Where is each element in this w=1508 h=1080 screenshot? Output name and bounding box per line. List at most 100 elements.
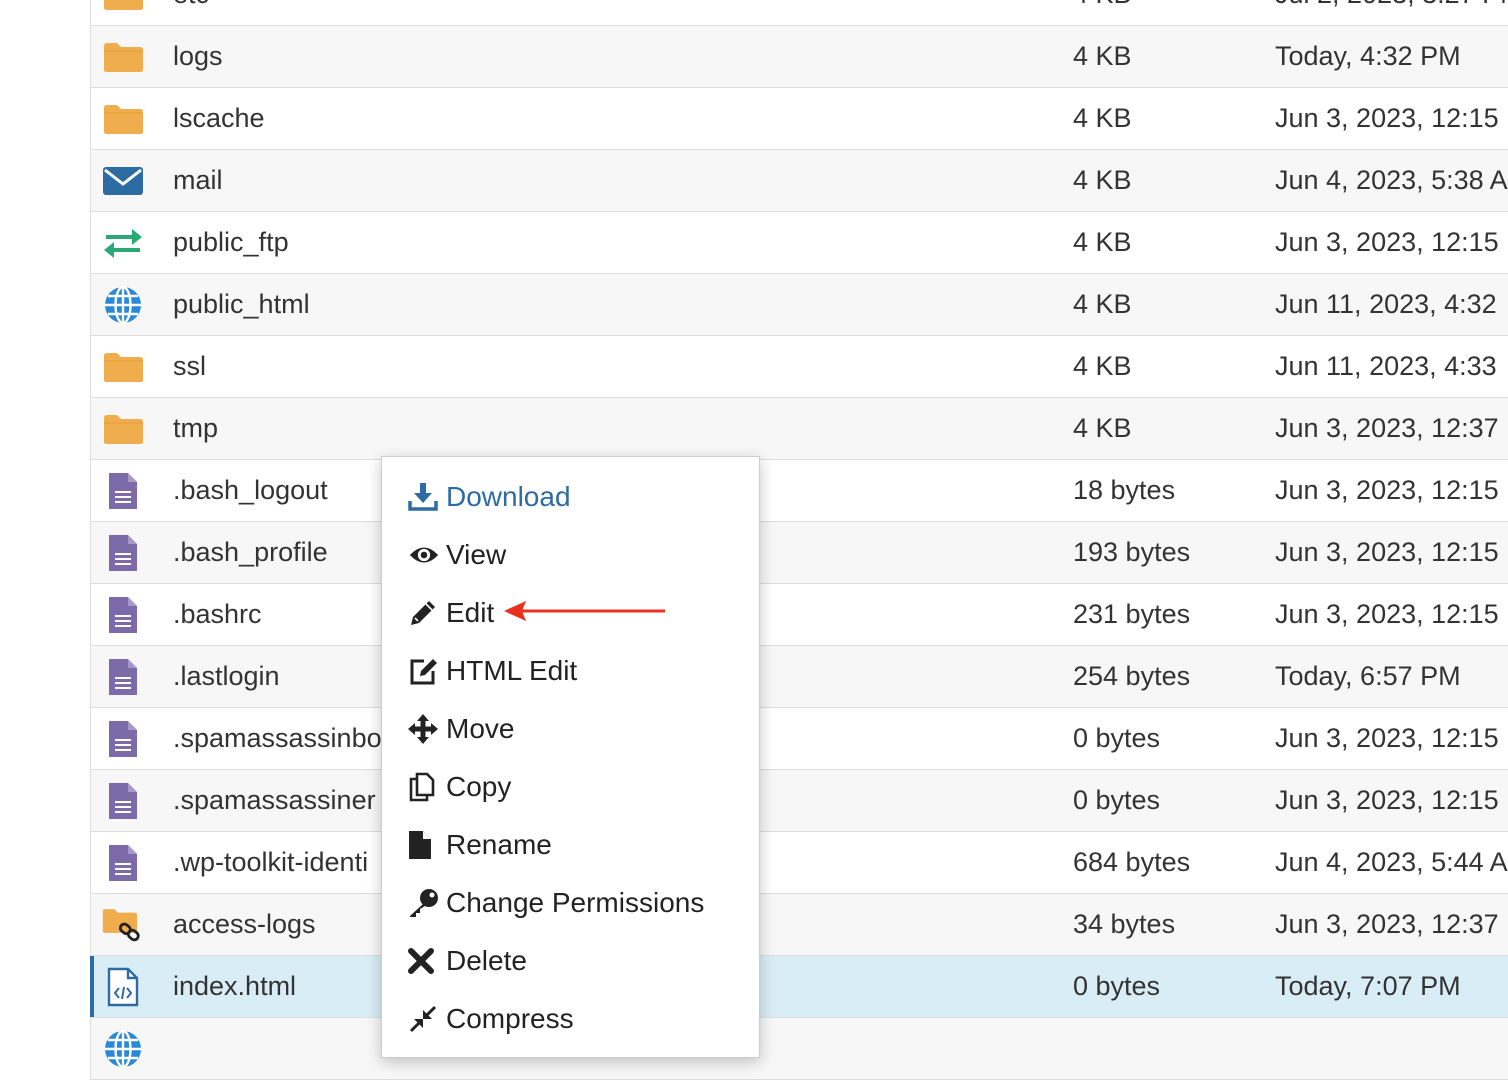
file-name[interactable]: tmp bbox=[173, 398, 473, 459]
text-file-icon bbox=[101, 597, 145, 633]
menu-item-move[interactable]: Move bbox=[408, 709, 514, 749]
file-last-modified: Jun 3, 2023, 12:15 bbox=[1275, 785, 1499, 815]
menu-item-view[interactable]: View bbox=[408, 535, 506, 575]
file-size: 4 KB bbox=[1073, 103, 1132, 133]
file-size: 4 KB bbox=[1073, 413, 1132, 443]
file-last-modified: Jun 3, 2023, 12:15 bbox=[1275, 103, 1499, 133]
text-file-icon bbox=[101, 845, 145, 881]
file-size: 4 KB bbox=[1073, 165, 1132, 195]
file-name[interactable]: lscache bbox=[173, 88, 473, 149]
menu-item-rename[interactable]: Rename bbox=[408, 825, 552, 865]
menu-item-label: Copy bbox=[446, 771, 512, 802]
file-last-modified: Jun 11, 2023, 4:33 bbox=[1275, 351, 1497, 381]
file-size: 0 bytes bbox=[1073, 723, 1161, 753]
file-row[interactable]: .spamassassiner 0 bytes Jun 3, 2023, 12:15 bbox=[91, 770, 1508, 832]
file-name[interactable]: public_html bbox=[173, 274, 473, 335]
text-file-icon bbox=[101, 659, 145, 695]
move-arrows-icon bbox=[408, 714, 440, 744]
file-row[interactable]: .lastlogin 254 bytes Today, 6:57 PM bbox=[91, 646, 1508, 708]
menu-item-compress[interactable]: Compress bbox=[408, 999, 574, 1039]
file-name[interactable]: ssl bbox=[173, 336, 473, 397]
file-name[interactable]: public_ftp bbox=[173, 212, 473, 273]
file-size: 0 bytes bbox=[1073, 785, 1161, 815]
file-last-modified: Jun 4, 2023, 5:44 A bbox=[1275, 847, 1508, 877]
menu-item-copy[interactable]: Copy bbox=[408, 767, 511, 807]
x-icon bbox=[408, 948, 440, 974]
download-icon bbox=[408, 482, 440, 512]
text-file-icon bbox=[101, 721, 145, 757]
context-menu: Download View Edit HTML Edit Move Copy Rename C… bbox=[381, 456, 760, 1058]
file-list: etc 4 KB Jul 2, 2023, 3:27 PM logs 4 KB Today… bbox=[90, 0, 1508, 1080]
menu-item-label: Change Permissions bbox=[446, 887, 705, 918]
file-size: 4 KB bbox=[1073, 41, 1132, 71]
file-row[interactable]: .bash_profile 193 bytes Jun 3, 2023, 12:15 bbox=[91, 522, 1508, 584]
text-file-icon bbox=[101, 473, 145, 509]
menu-item-edit[interactable]: Edit bbox=[408, 593, 494, 633]
file-last-modified: Today, 4:32 PM bbox=[1275, 41, 1461, 71]
file-row[interactable]: mail 4 KB Jun 4, 2023, 5:38 A bbox=[91, 150, 1508, 212]
folder-link-icon bbox=[101, 907, 145, 943]
file-row[interactable]: logs 4 KB Today, 4:32 PM bbox=[91, 26, 1508, 88]
file-row[interactable]: .wp-toolkit-identi 684 bytes Jun 4, 2023, … bbox=[91, 832, 1508, 894]
file-row[interactable]: tmp 4 KB Jun 3, 2023, 12:37 bbox=[91, 398, 1508, 460]
menu-item-label: Edit bbox=[446, 597, 495, 628]
file-size: 4 KB bbox=[1073, 351, 1132, 381]
file-size: 4 KB bbox=[1073, 289, 1132, 319]
file-row[interactable]: .bashrc 231 bytes Jun 3, 2023, 12:15 bbox=[91, 584, 1508, 646]
edit-square-icon bbox=[408, 656, 440, 686]
file-row[interactable]: public_ftp 4 KB Jun 3, 2023, 12:15 bbox=[91, 212, 1508, 274]
file-row[interactable]: .bash_logout 18 bytes Jun 3, 2023, 12:15 bbox=[91, 460, 1508, 522]
copy-icon bbox=[408, 772, 440, 802]
file-row[interactable]: lscache 4 KB Jun 3, 2023, 12:15 bbox=[91, 88, 1508, 150]
menu-item-label: Compress bbox=[446, 1003, 574, 1034]
file-size: 4 KB bbox=[1073, 227, 1132, 257]
menu-item-label: HTML Edit bbox=[446, 655, 578, 686]
file-row[interactable]: ssl 4 KB Jun 11, 2023, 4:33 bbox=[91, 336, 1508, 398]
transfer-arrows-icon bbox=[101, 225, 145, 261]
file-last-modified: Jun 3, 2023, 12:15 bbox=[1275, 227, 1499, 257]
file-row[interactable]: .spamassassinbo 0 bytes Jun 3, 2023, 12:15 bbox=[91, 708, 1508, 770]
menu-item-label: View bbox=[446, 539, 507, 570]
file-last-modified: Today, 6:57 PM bbox=[1275, 661, 1461, 691]
file-icon bbox=[408, 830, 440, 860]
menu-item-download[interactable]: Download bbox=[408, 477, 571, 517]
key-icon bbox=[408, 888, 440, 918]
folder-icon bbox=[101, 411, 145, 447]
mail-icon bbox=[101, 163, 145, 199]
text-file-icon bbox=[101, 783, 145, 819]
menu-item-delete[interactable]: Delete bbox=[408, 941, 527, 981]
menu-item-label: Download bbox=[446, 481, 571, 512]
file-size: 18 bytes bbox=[1073, 475, 1176, 505]
file-size: 254 bytes bbox=[1073, 661, 1191, 691]
menu-item-label: Delete bbox=[446, 945, 527, 976]
globe-icon bbox=[101, 285, 145, 325]
folder-icon bbox=[101, 39, 145, 75]
file-last-modified: Jun 3, 2023, 12:37 bbox=[1275, 413, 1499, 443]
file-row[interactable]: etc 4 KB Jul 2, 2023, 3:27 PM bbox=[91, 0, 1508, 26]
text-file-icon bbox=[101, 535, 145, 571]
file-last-modified: Jul 2, 2023, 3:27 PM bbox=[1275, 0, 1508, 25]
file-name[interactable]: etc bbox=[173, 0, 473, 25]
file-name[interactable]: mail bbox=[173, 150, 473, 211]
file-name[interactable]: logs bbox=[173, 26, 473, 87]
file-last-modified: Jun 4, 2023, 5:38 A bbox=[1275, 165, 1508, 195]
annotation-arrow bbox=[504, 601, 665, 621]
file-size: 193 bytes bbox=[1073, 537, 1191, 567]
html-file-icon bbox=[101, 967, 145, 1007]
file-last-modified: Jun 3, 2023, 12:15 bbox=[1275, 599, 1499, 629]
folder-icon bbox=[101, 0, 145, 13]
file-row[interactable]: public_html 4 KB Jun 11, 2023, 4:32 bbox=[91, 274, 1508, 336]
folder-icon bbox=[101, 349, 145, 385]
file-row[interactable]: access-logs 34 bytes Jun 3, 2023, 12:37 bbox=[91, 894, 1508, 956]
menu-item-html-edit[interactable]: HTML Edit bbox=[408, 651, 577, 691]
menu-item-change-permissions[interactable]: Change Permissions bbox=[408, 883, 704, 923]
file-size: 231 bytes bbox=[1073, 599, 1191, 629]
file-last-modified: Jun 3, 2023, 12:37 bbox=[1275, 909, 1499, 939]
folder-icon bbox=[101, 101, 145, 137]
file-last-modified: Jun 3, 2023, 12:15 bbox=[1275, 537, 1499, 567]
file-row[interactable]: index.html 0 bytes Today, 7:07 PM bbox=[90, 956, 1508, 1018]
file-row[interactable] bbox=[91, 1018, 1508, 1080]
pencil-icon bbox=[408, 598, 440, 628]
globe-icon bbox=[101, 1029, 145, 1069]
eye-icon bbox=[408, 543, 440, 567]
